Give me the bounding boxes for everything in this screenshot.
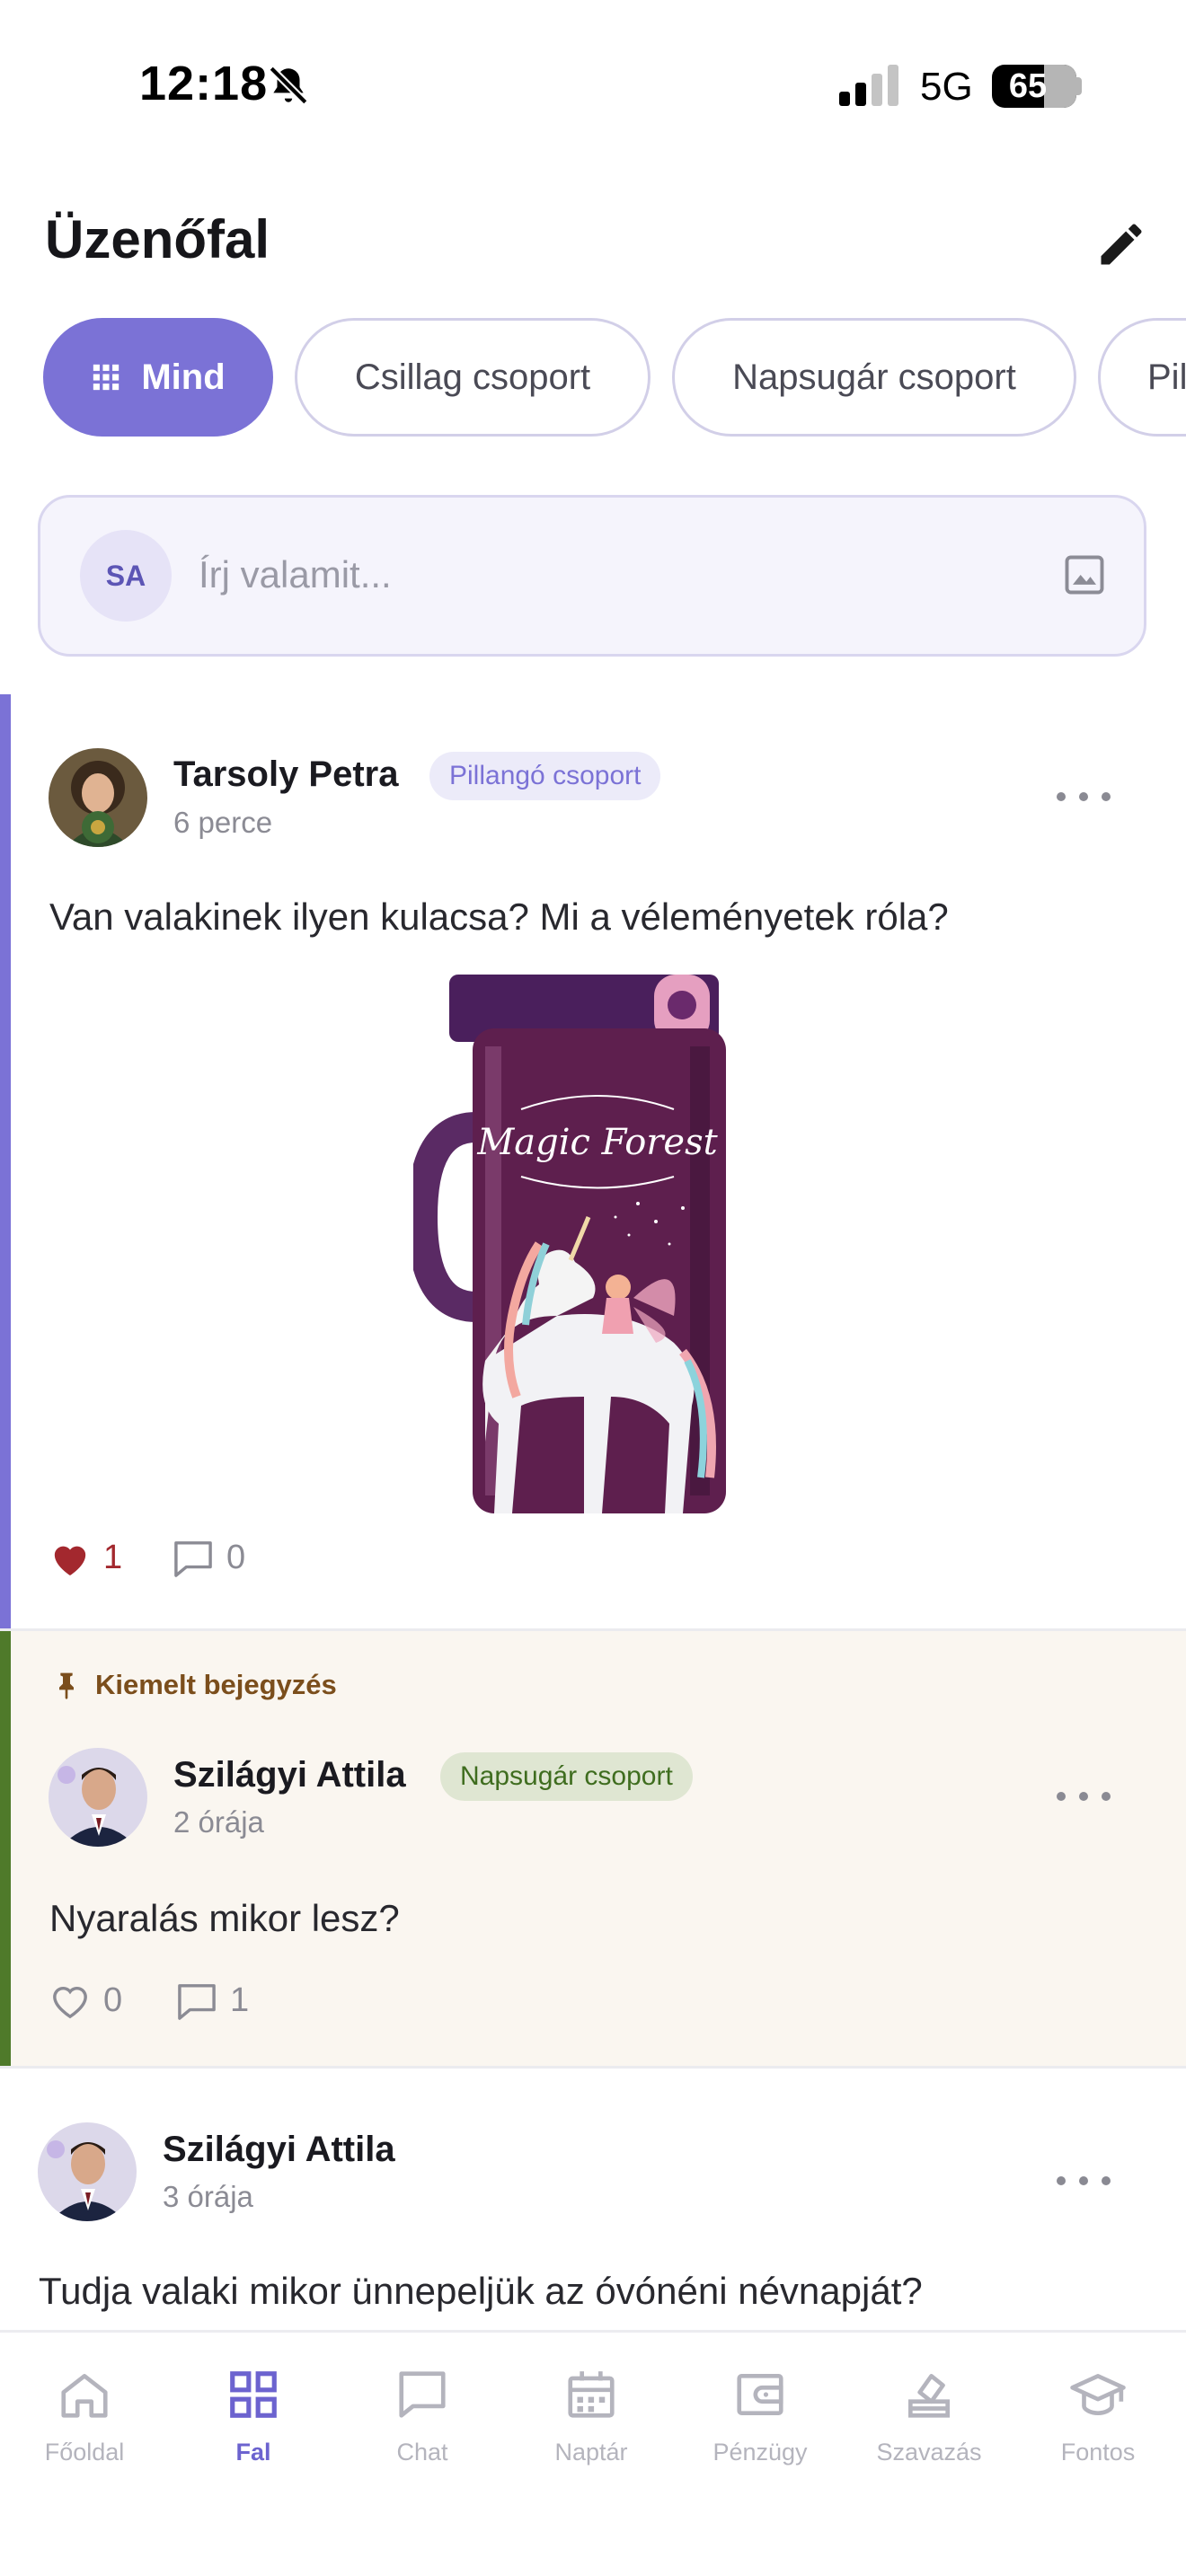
post-time: 2 órája [173, 1805, 264, 1839]
filter-chip-csillag[interactable]: Csillag csoport [295, 318, 651, 437]
post-accent-bar [0, 694, 11, 1628]
heart-outline-icon [53, 1986, 87, 2018]
status-bar: 12:18 5G 65 [0, 0, 1186, 171]
post-author[interactable]: Tarsoly Petra [173, 754, 399, 795]
battery-level: 65 [1008, 67, 1048, 105]
comment-icon [178, 1983, 216, 2020]
heart-filled-icon [54, 1546, 86, 1575]
post-image-text: Magic Forest [476, 1122, 718, 1163]
battery-icon: 65 [992, 65, 1076, 108]
like-count: 0 [103, 1981, 123, 2019]
like-button[interactable]: 1 [49, 1539, 122, 1577]
group-filter-bar: Mind Csillag csoport Napsugár csoport Pi… [0, 316, 1186, 438]
comment-icon [174, 1540, 212, 1577]
page-title: Üzenőfal [45, 209, 270, 269]
filter-chip-label: Mind [141, 357, 226, 397]
more-options-icon[interactable] [1057, 1783, 1111, 1810]
post-accent-bar [0, 1631, 11, 2066]
filter-chip-mind[interactable]: Mind [43, 318, 273, 437]
pencil-icon [1101, 224, 1142, 265]
post-time: 6 perce [173, 806, 273, 839]
post-author[interactable]: Szilágyi Attila [173, 1755, 406, 1795]
post-text: Van valakinek ilyen kulacsa? Mi a vélemé… [49, 895, 949, 938]
nav-item-fal[interactable]: Fal [169, 2367, 338, 2466]
filter-chip-label: Csillag csoport [354, 357, 591, 397]
post-text: Tudja valaki mikor ünnepeljük az óvónéni… [39, 2270, 923, 2312]
nav-label: Pénzügy [712, 2439, 808, 2466]
grid-icon [93, 364, 119, 391]
wallet-icon [737, 2374, 783, 2415]
avatar: SA [80, 530, 172, 622]
nav-label: Szavazás [876, 2439, 982, 2466]
avatar[interactable] [38, 2122, 137, 2221]
battery-tip [1076, 77, 1082, 95]
bottom-navigation: Főoldal Fal Chat Naptár Pénzügy Szavazás… [0, 2330, 1186, 2576]
nav-item-penzugy[interactable]: Pénzügy [676, 2367, 845, 2466]
image-icon[interactable] [1061, 551, 1108, 598]
vote-icon [908, 2374, 950, 2418]
post-text: Nyaralás mikor lesz? [49, 1897, 400, 1939]
nav-item-chat[interactable]: Chat [338, 2367, 507, 2466]
pinned-post-card: Kiemelt bejegyzés Szilágyi Attila Napsug… [0, 1631, 1186, 2066]
avatar[interactable] [49, 748, 147, 847]
post-card: Szilágyi Attila 3 órája Tudja valaki mik… [0, 2069, 1186, 2330]
comment-button[interactable]: 0 [173, 1539, 245, 1577]
calendar-icon [568, 2371, 615, 2418]
nav-item-fooldal[interactable]: Főoldal [0, 2367, 169, 2466]
filter-chip-pillango[interactable]: Pil [1098, 318, 1186, 437]
avatar[interactable] [49, 1748, 147, 1847]
post-card: Tarsoly Petra Pillangó csoport 6 perce V… [0, 694, 1186, 1628]
nav-label: Naptár [554, 2439, 628, 2466]
nav-item-szavazas[interactable]: Szavazás [845, 2367, 1013, 2466]
edit-button[interactable] [1089, 212, 1154, 277]
nav-label: Főoldal [44, 2439, 125, 2466]
filter-chip-label: Pil [1147, 357, 1186, 397]
nav-label: Fal [235, 2439, 271, 2466]
like-button[interactable]: 0 [49, 1981, 122, 2020]
comment-count: 1 [230, 1981, 250, 2019]
graduation-cap-icon [1070, 2374, 1126, 2415]
post-image[interactable]: Magic Forest [406, 975, 746, 1513]
post-composer[interactable]: SA Írj valamit... [38, 495, 1146, 657]
home-icon [61, 2374, 108, 2418]
signal-icon [839, 65, 898, 106]
bell-muted-icon [269, 66, 308, 105]
post-time: 3 órája [163, 2180, 253, 2213]
status-time: 12:18 [139, 57, 269, 110]
grid-icon [230, 2371, 277, 2418]
comment-count: 0 [226, 1539, 246, 1576]
filter-chip-napsugar[interactable]: Napsugár csoport [672, 318, 1076, 437]
more-options-icon[interactable] [1057, 2167, 1111, 2194]
chat-icon [399, 2371, 446, 2418]
pinned-label: Kiemelt bejegyzés [95, 1669, 337, 1700]
nav-label: Fontos [1060, 2439, 1136, 2466]
composer-placeholder[interactable]: Írj valamit... [199, 553, 392, 596]
pinned-indicator: Kiemelt bejegyzés [52, 1669, 337, 1701]
pin-icon [59, 1672, 74, 1699]
like-count: 1 [103, 1539, 123, 1576]
nav-item-naptar[interactable]: Naptár [507, 2367, 676, 2466]
nav-item-fontos[interactable]: Fontos [1013, 2367, 1182, 2466]
group-badge: Napsugár csoport [440, 1752, 693, 1801]
more-options-icon[interactable] [1057, 783, 1111, 810]
group-badge: Pillangó csoport [429, 752, 661, 800]
post-author[interactable]: Szilágyi Attila [163, 2130, 395, 2170]
nav-label: Chat [396, 2439, 448, 2466]
filter-chip-label: Napsugár csoport [732, 357, 1016, 397]
comment-button[interactable]: 1 [176, 1981, 249, 2020]
network-type: 5G [920, 65, 973, 109]
